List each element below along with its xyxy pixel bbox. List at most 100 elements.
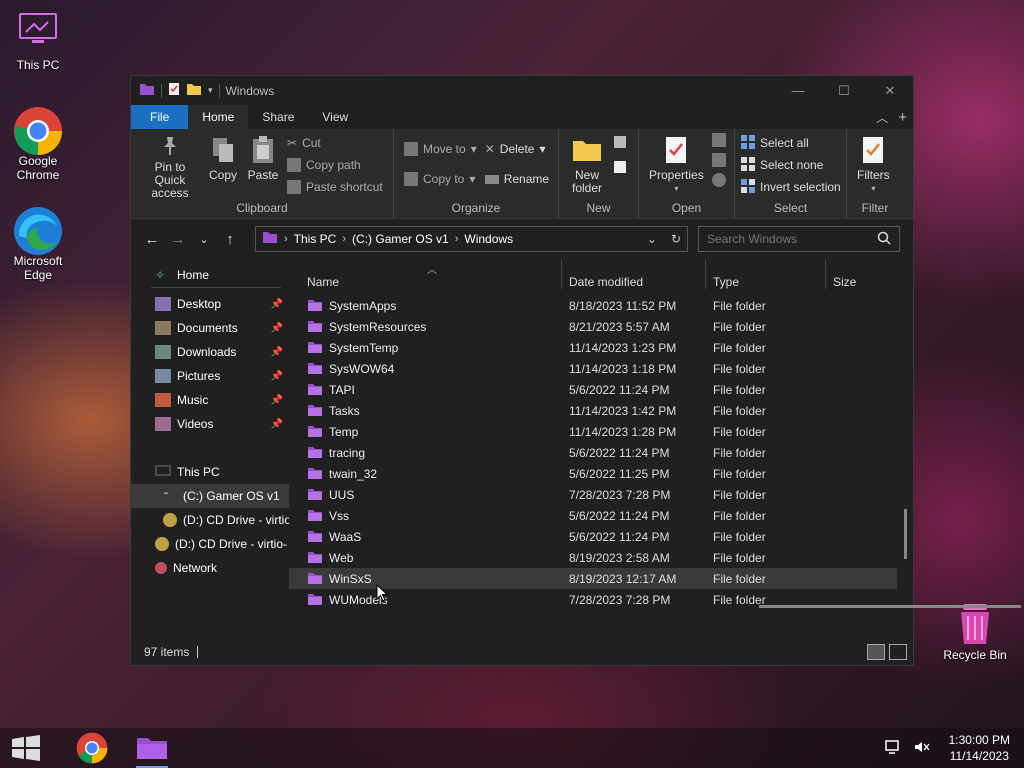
nav-item-downloads[interactable]: Downloads 📌 — [131, 340, 289, 364]
pin-to-quick-access-button[interactable]: Pin to Quick access — [137, 133, 203, 200]
nav-item-documents[interactable]: Documents 📌 — [131, 316, 289, 340]
new-item-icon[interactable] — [613, 135, 631, 154]
filters-button[interactable]: Filters ▾ — [853, 133, 894, 200]
tab-view[interactable]: View — [308, 105, 362, 129]
new-folder-button[interactable]: New folder — [565, 133, 609, 200]
paste-button[interactable]: Paste — [243, 133, 283, 200]
invert-selection-button[interactable]: Invert selection — [741, 178, 841, 195]
select-all-icon — [741, 134, 755, 152]
chevron-down-icon[interactable]: ▾ — [208, 85, 213, 96]
table-row[interactable]: TAPI 5/6/2022 11:24 PM File folder — [289, 379, 897, 400]
column-header-type[interactable]: Type — [713, 275, 739, 289]
rename-button[interactable]: Rename — [484, 171, 549, 187]
divider — [161, 83, 162, 98]
folder-icon — [137, 738, 167, 759]
delete-button[interactable]: ✕ Delete ▾ — [485, 141, 549, 157]
taskbar-chrome[interactable] — [72, 728, 112, 768]
open-icon[interactable] — [711, 133, 726, 147]
network-tray-icon[interactable] — [884, 739, 903, 758]
close-button[interactable]: ✕ — [867, 76, 913, 105]
table-row[interactable]: Web 8/19/2023 2:58 AM File folder — [289, 547, 897, 568]
move-to-button[interactable]: Move to ▾ — [404, 141, 477, 157]
table-row[interactable]: Vss 5/6/2022 11:24 PM File folder — [289, 505, 897, 526]
nav-item-drive-c[interactable]: ◓ (C:) Gamer OS v1 — [131, 484, 289, 508]
column-header-date[interactable]: Date modified — [569, 275, 643, 289]
minimize-button[interactable]: — — [775, 76, 821, 105]
tab-file[interactable]: File — [131, 105, 189, 129]
start-button[interactable] — [6, 728, 46, 768]
new-folder-quick-icon[interactable] — [186, 83, 202, 99]
this-pc-icon — [155, 465, 171, 479]
search-input[interactable] — [707, 232, 867, 246]
nav-item-pictures[interactable]: Pictures 📌 — [131, 364, 289, 388]
large-icons-view-button[interactable] — [889, 643, 907, 660]
table-row[interactable]: Temp 11/14/2023 1:28 PM File folder — [289, 421, 897, 442]
table-row[interactable]: UUS 7/28/2023 7:28 PM File folder — [289, 484, 897, 505]
system-tray: 1:30:00 PM 11/14/2023 — [884, 732, 1024, 764]
table-row[interactable]: twain_32 5/6/2022 11:25 PM File folder — [289, 463, 897, 484]
chevron-up-icon[interactable]: ︿ — [876, 109, 888, 126]
breadcrumb-windows[interactable]: Windows — [464, 232, 513, 246]
easy-access-icon[interactable] — [613, 160, 631, 179]
address-bar[interactable]: › This PC › (C:) Gamer OS v1 › Windows ⌄… — [255, 226, 688, 252]
pin-icon: 📌 — [270, 370, 283, 382]
table-row[interactable]: SystemApps 8/18/2023 11:52 PM File folder — [289, 295, 897, 316]
select-all-button[interactable]: Select all — [741, 134, 841, 152]
taskbar-file-explorer[interactable] — [132, 728, 172, 768]
refresh-icon[interactable]: ↻ — [671, 232, 681, 246]
plus-icon[interactable]: + — [898, 109, 907, 126]
nav-item-drive-d[interactable]: (D:) CD Drive - virtio- — [131, 532, 289, 556]
horizontal-scrollbar[interactable] — [759, 605, 1021, 608]
desktop-icon-microsoft-edge[interactable]: Microsoft Edge — [0, 206, 76, 282]
clock-date: 11/14/2023 — [949, 749, 1009, 763]
clock[interactable]: 1:30:00 PM 11/14/2023 — [949, 732, 1010, 764]
paste-shortcut-button[interactable]: Paste shortcut — [287, 179, 383, 195]
history-icon[interactable] — [711, 173, 726, 187]
desktop-icon-this-pc[interactable]: This PC — [0, 10, 76, 72]
breadcrumb-drive-c[interactable]: (C:) Gamer OS v1 — [352, 232, 449, 246]
nav-item-drive-d-child[interactable]: (D:) CD Drive - virtio — [131, 508, 289, 532]
nav-item-network[interactable]: Network — [131, 556, 289, 580]
table-row[interactable]: Tasks 11/14/2023 1:42 PM File folder — [289, 400, 897, 421]
file-date: 11/14/2023 1:42 PM — [569, 403, 677, 418]
column-header-name[interactable]: Name — [307, 275, 339, 289]
desktop-icon-google-chrome[interactable]: Google Chrome — [0, 106, 76, 182]
table-row[interactable]: SystemResources 8/21/2023 5:57 AM File fol… — [289, 316, 897, 337]
table-row[interactable]: WaaS 5/6/2022 11:24 PM File folder — [289, 526, 897, 547]
edit-icon[interactable] — [711, 153, 726, 167]
tab-home[interactable]: Home — [188, 105, 249, 129]
back-button[interactable]: ← — [139, 231, 165, 248]
copy-button[interactable]: Copy — [203, 133, 243, 200]
up-button[interactable]: ↑ — [217, 231, 243, 248]
nav-item-this-pc[interactable]: This PC — [131, 460, 289, 484]
search-box[interactable] — [698, 226, 900, 252]
chevron-down-icon[interactable]: ⌄ — [647, 232, 657, 246]
file-name: Vss — [329, 508, 350, 523]
column-header-size[interactable]: Size — [833, 275, 856, 289]
nav-item-desktop[interactable]: Desktop 📌 — [131, 292, 289, 316]
properties-button[interactable]: Properties ▾ — [645, 133, 708, 200]
nav-item-videos[interactable]: Videos 📌 — [131, 412, 289, 436]
properties-quick-icon[interactable] — [168, 82, 180, 99]
tab-share[interactable]: Share — [248, 105, 308, 129]
details-view-button[interactable] — [867, 643, 885, 660]
recent-locations-button[interactable]: ⌄ — [191, 233, 217, 246]
title-bar: ▾ Windows — ☐ ✕ — [131, 76, 913, 105]
maximize-button[interactable]: ☐ — [821, 76, 867, 105]
table-row[interactable]: SystemTemp 11/14/2023 1:23 PM File folder — [289, 337, 897, 358]
desktop-icon-recycle-bin[interactable]: Recycle Bin — [937, 600, 1013, 662]
nav-item-music[interactable]: Music 📌 — [131, 388, 289, 412]
select-none-button[interactable]: Select none — [741, 156, 841, 173]
vertical-scrollbar[interactable] — [904, 509, 907, 559]
table-row[interactable]: tracing 5/6/2022 11:24 PM File folder — [289, 442, 897, 463]
nav-item-home[interactable]: ✧ Home — [131, 263, 289, 287]
cut-button[interactable]: ✂ Cut — [287, 135, 383, 151]
table-row[interactable]: SysWOW64 11/14/2023 1:18 PM File folder — [289, 358, 897, 379]
file-type: File folder — [713, 529, 766, 544]
file-rows: SystemApps 8/18/2023 11:52 PM File folder S… — [289, 289, 897, 608]
breadcrumb-this-pc[interactable]: This PC — [294, 232, 337, 246]
volume-muted-icon[interactable] — [913, 739, 931, 758]
copy-path-button[interactable]: Copy path — [287, 157, 383, 173]
copy-to-button[interactable]: Copy to ▾ — [404, 171, 477, 187]
forward-button[interactable]: → — [165, 231, 191, 248]
